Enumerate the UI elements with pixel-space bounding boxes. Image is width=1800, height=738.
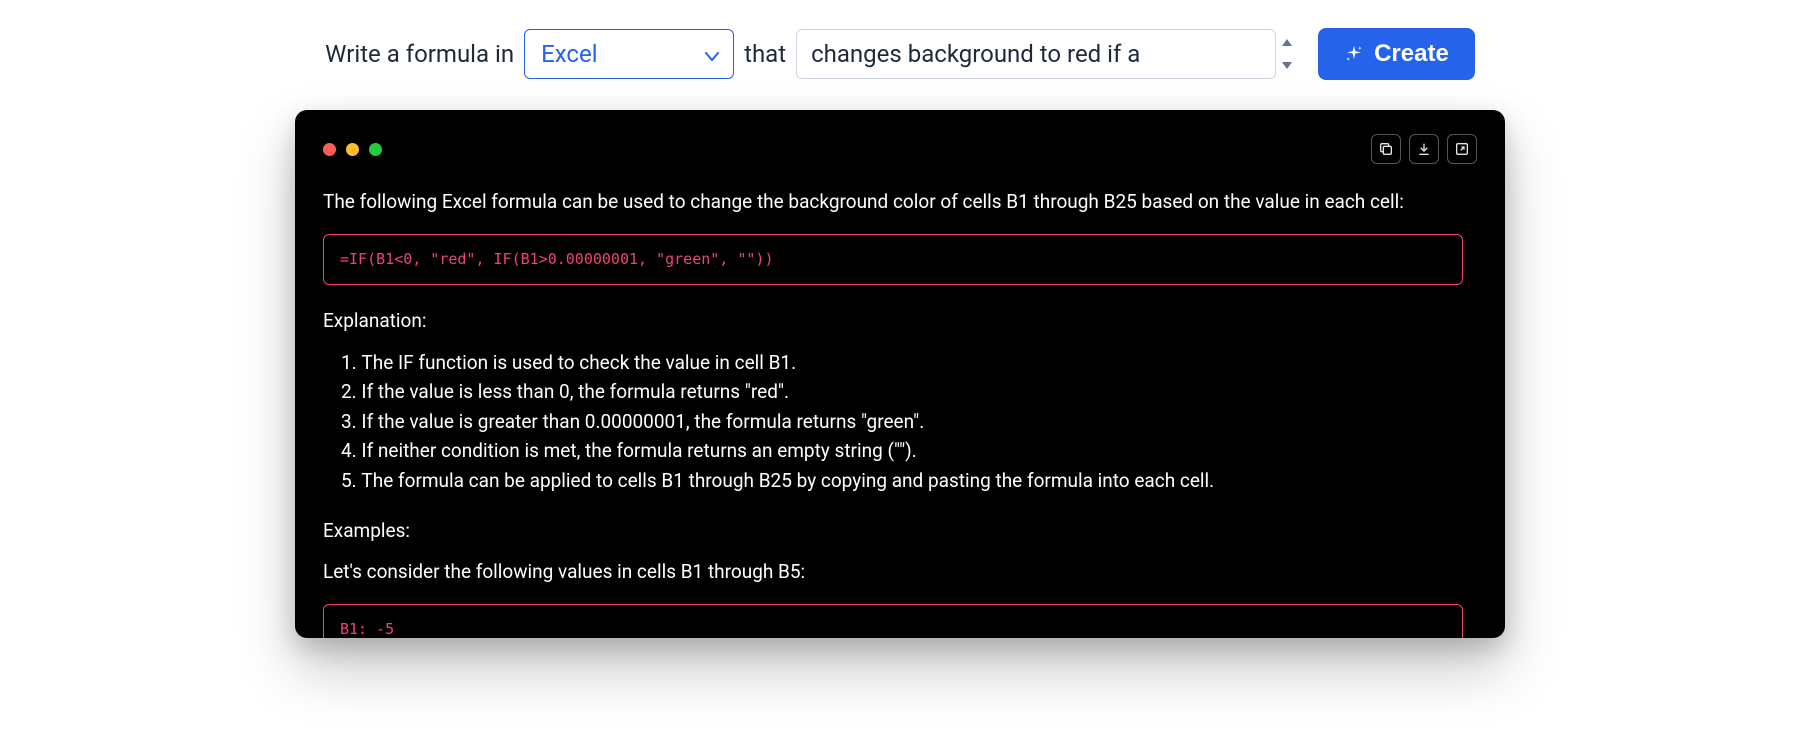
- prompt-row: Write a formula in Excel that: [325, 28, 1475, 80]
- list-item: If the value is greater than 0.00000001,…: [341, 408, 1463, 436]
- terminal-body[interactable]: The following Excel formula can be used …: [323, 188, 1477, 638]
- terminal-actions: [1371, 134, 1477, 164]
- traffic-lights: [323, 143, 382, 156]
- create-button[interactable]: Create: [1318, 28, 1475, 80]
- explanation-list: The IF function is used to check the val…: [323, 349, 1463, 495]
- examples-intro: Let's consider the following values in c…: [323, 558, 1463, 586]
- copy-button[interactable]: [1371, 134, 1401, 164]
- list-item: The formula can be applied to cells B1 t…: [341, 467, 1463, 495]
- sparkle-icon: [1344, 44, 1364, 64]
- expand-button[interactable]: [1447, 134, 1477, 164]
- caret-down-icon: [705, 40, 719, 68]
- description-input[interactable]: [796, 29, 1276, 79]
- prompt-middle: that: [744, 40, 786, 68]
- traffic-light-maximize-icon: [369, 143, 382, 156]
- result-intro: The following Excel formula can be used …: [323, 188, 1463, 216]
- traffic-light-close-icon: [323, 143, 336, 156]
- platform-select-value: Excel: [541, 40, 597, 68]
- download-button[interactable]: [1409, 134, 1439, 164]
- spinner-up-icon[interactable]: [1282, 39, 1292, 46]
- examples-label: Examples:: [323, 517, 1463, 545]
- spinner-down-icon[interactable]: [1282, 62, 1292, 69]
- list-item: If neither condition is met, the formula…: [341, 437, 1463, 465]
- prompt-prefix: Write a formula in: [325, 40, 514, 68]
- result-terminal: The following Excel formula can be used …: [295, 110, 1505, 638]
- input-spinner: [1282, 39, 1292, 69]
- terminal-header: [323, 134, 1477, 164]
- platform-select[interactable]: Excel: [524, 29, 734, 79]
- create-button-label: Create: [1374, 40, 1449, 68]
- traffic-light-minimize-icon: [346, 143, 359, 156]
- explanation-label: Explanation:: [323, 307, 1463, 335]
- description-input-wrap: [796, 29, 1292, 79]
- formula-code: =IF(B1<0, "red", IF(B1>0.00000001, "gree…: [323, 234, 1463, 286]
- list-item: The IF function is used to check the val…: [341, 349, 1463, 377]
- example-values-code: B1: -5 B2: 0: [323, 604, 1463, 638]
- list-item: If the value is less than 0, the formula…: [341, 378, 1463, 406]
